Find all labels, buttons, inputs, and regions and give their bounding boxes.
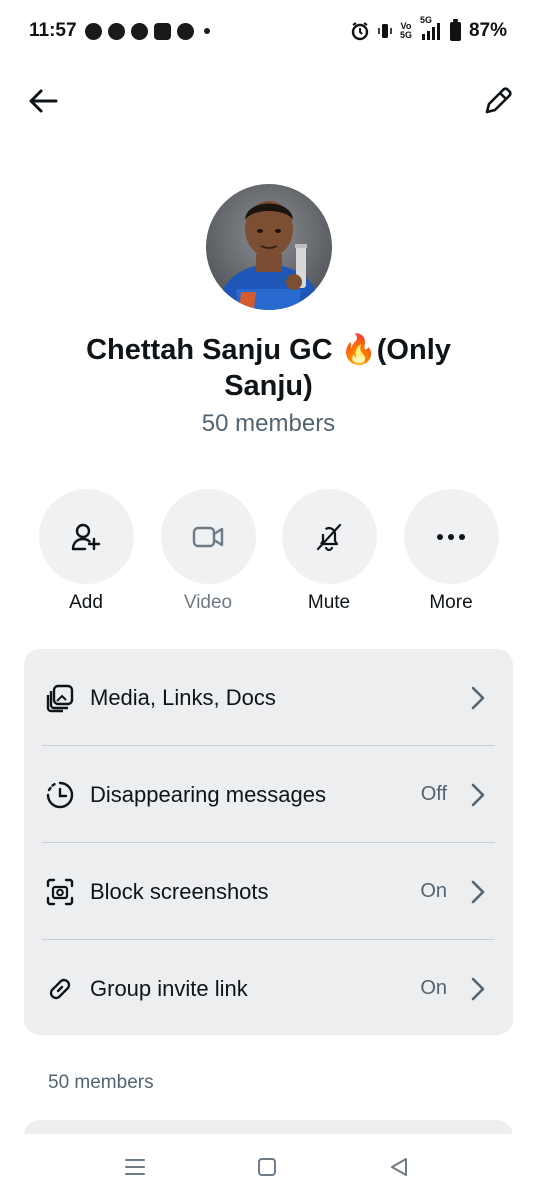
square-icon	[258, 1158, 276, 1176]
video-label: Video	[183, 592, 233, 613]
mute-button[interactable]: Mute	[268, 489, 390, 614]
more-notifications-icon	[203, 28, 210, 34]
back-arrow-icon	[29, 89, 58, 113]
messages-icon	[153, 22, 171, 40]
signal-icon: 5G	[420, 15, 442, 41]
setting-value: On	[420, 977, 447, 999]
more-button[interactable]: More	[390, 489, 512, 614]
members-heading: 50 members	[48, 1072, 154, 1093]
battery-percent: 87%	[468, 20, 507, 41]
recent-apps-button[interactable]	[122, 1154, 148, 1180]
setting-value: Off	[420, 783, 447, 805]
status-bar: 11:57 Vo 5G 5G 87%	[0, 0, 537, 62]
vibrate-icon	[378, 21, 392, 41]
notification-icons	[84, 22, 210, 40]
add-button-circle[interactable]	[38, 489, 134, 584]
video-button-circle[interactable]	[160, 489, 256, 584]
mute-button-circle[interactable]	[281, 489, 377, 584]
setting-disappearing-messages[interactable]: Disappearing messages Off	[24, 746, 513, 843]
mute-label: Mute	[307, 592, 351, 613]
media-gallery-icon	[44, 682, 76, 714]
add-label: Add	[69, 592, 103, 613]
settings-card: Media, Links, Docs Disappearing messages…	[24, 649, 513, 1035]
edit-button[interactable]	[481, 80, 515, 122]
facebook-icon-2	[130, 22, 148, 40]
more-dots-icon	[437, 533, 465, 540]
chat-bubble-icon	[176, 22, 194, 40]
setting-label: Group invite link	[90, 975, 248, 1001]
group-avatar[interactable]	[206, 184, 332, 310]
whatsapp-icon	[84, 22, 102, 40]
setting-label: Disappearing messages	[90, 781, 327, 807]
battery-icon	[449, 18, 461, 41]
add-button[interactable]: Add	[25, 489, 147, 614]
setting-value: On	[420, 880, 447, 902]
chevron-right-icon	[469, 976, 487, 1002]
menu-lines-icon	[125, 1159, 145, 1175]
pencil-icon	[485, 87, 512, 114]
timer-icon	[44, 779, 76, 811]
volte-icon: Vo 5G	[399, 21, 412, 40]
group-title: Chettah Sanju GC 🔥(Only Sanju)	[86, 334, 451, 402]
status-time: 11:57	[29, 20, 77, 41]
setting-group-invite-link[interactable]: Group invite link On	[24, 940, 513, 1037]
video-button[interactable]: Video	[147, 489, 269, 614]
add-person-icon	[71, 523, 101, 550]
system-nav-bar	[0, 1134, 537, 1199]
home-button[interactable]	[254, 1154, 280, 1180]
network-label: 5G	[419, 15, 432, 25]
chevron-right-icon	[469, 782, 487, 808]
chevron-right-icon	[469, 879, 487, 905]
alarm-icon	[350, 21, 370, 41]
back-nav-button[interactable]	[386, 1154, 412, 1180]
more-button-circle[interactable]	[403, 489, 499, 584]
back-button[interactable]	[26, 80, 60, 122]
top-bar	[0, 80, 537, 122]
facebook-icon	[107, 22, 125, 40]
screenshot-block-icon	[44, 876, 76, 908]
status-right: Vo 5G 5G 87%	[350, 15, 507, 42]
setting-media-links-docs[interactable]: Media, Links, Docs	[24, 649, 513, 746]
group-members-count[interactable]: 50 members	[40, 410, 497, 438]
status-left: 11:57	[29, 20, 210, 42]
more-label: More	[429, 592, 473, 613]
video-camera-icon	[192, 526, 224, 547]
triangle-back-icon	[391, 1158, 407, 1176]
link-icon	[44, 973, 76, 1005]
avatar-photo	[206, 184, 332, 310]
setting-block-screenshots[interactable]: Block screenshots On	[24, 843, 513, 940]
chevron-right-icon	[469, 685, 487, 711]
bell-off-icon	[316, 523, 342, 551]
action-buttons: Add Video Mute More	[0, 489, 537, 619]
setting-label: Media, Links, Docs	[90, 684, 276, 710]
setting-label: Block screenshots	[90, 878, 269, 904]
